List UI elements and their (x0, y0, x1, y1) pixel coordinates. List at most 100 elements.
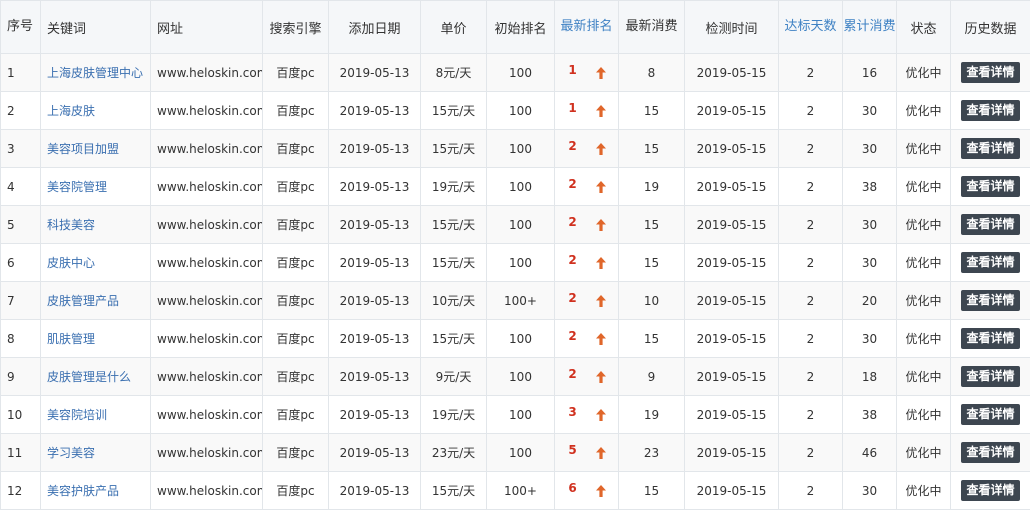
cell-status: 优化中 (897, 244, 951, 282)
view-details-button[interactable]: 查看详情 (961, 252, 1019, 273)
cell-status: 优化中 (897, 358, 951, 396)
cell-days-reached: 2 (779, 282, 843, 320)
cell-latest-rank: 2 (555, 320, 619, 358)
keyword-link[interactable]: 皮肤管理是什么 (41, 358, 151, 396)
header-total-cost[interactable]: 累计消费 (843, 1, 897, 54)
arrow-up-icon (594, 370, 608, 384)
latest-rank-value: 5 (566, 443, 580, 457)
keyword-link[interactable]: 美容护肤产品 (41, 472, 151, 510)
view-details-button[interactable]: 查看详情 (961, 100, 1019, 121)
view-details-button[interactable]: 查看详情 (961, 404, 1019, 425)
cell-latest-rank: 2 (555, 244, 619, 282)
cell-initial-rank: 100 (487, 54, 555, 92)
view-details-button[interactable]: 查看详情 (961, 366, 1019, 387)
cell-engine: 百度pc (263, 320, 329, 358)
table-row: 2 上海皮肤 www.heloskin.com 百度pc 2019-05-13 … (1, 92, 1030, 130)
cell-initial-rank: 100 (487, 130, 555, 168)
cell-history: 查看详情 (951, 130, 1030, 168)
keyword-link[interactable]: 美容项目加盟 (41, 130, 151, 168)
cell-url: www.heloskin.com (151, 130, 263, 168)
view-details-button[interactable]: 查看详情 (961, 62, 1019, 83)
cell-total-cost: 30 (843, 244, 897, 282)
cell-date-added: 2019-05-13 (329, 244, 421, 282)
keyword-link[interactable]: 科技美容 (41, 206, 151, 244)
cell-seq: 2 (1, 92, 41, 130)
cell-latest-rank: 6 (555, 472, 619, 510)
cell-initial-rank: 100 (487, 92, 555, 130)
cell-price: 8元/天 (421, 54, 487, 92)
cell-url: www.heloskin.com (151, 168, 263, 206)
cell-latest-cost: 15 (619, 206, 685, 244)
cell-total-cost: 30 (843, 472, 897, 510)
view-details-button[interactable]: 查看详情 (961, 328, 1019, 349)
cell-status: 优化中 (897, 92, 951, 130)
cell-total-cost: 16 (843, 54, 897, 92)
cell-latest-cost: 10 (619, 282, 685, 320)
cell-days-reached: 2 (779, 244, 843, 282)
table-row: 10 美容院培训 www.heloskin.com 百度pc 2019-05-1… (1, 396, 1030, 434)
cell-latest-rank: 2 (555, 282, 619, 320)
cell-days-reached: 2 (779, 358, 843, 396)
header-latest-rank[interactable]: 最新排名 (555, 1, 619, 54)
cell-initial-rank: 100 (487, 396, 555, 434)
cell-latest-cost: 23 (619, 434, 685, 472)
latest-rank-value: 1 (566, 101, 580, 115)
view-details-button[interactable]: 查看详情 (961, 480, 1019, 501)
cell-latest-cost: 19 (619, 168, 685, 206)
keyword-link[interactable]: 学习美容 (41, 434, 151, 472)
arrow-up-icon (594, 104, 608, 118)
view-details-button[interactable]: 查看详情 (961, 214, 1019, 235)
latest-rank-value: 2 (566, 329, 580, 343)
latest-rank-value: 2 (566, 139, 580, 153)
cell-price: 15元/天 (421, 206, 487, 244)
view-details-button[interactable]: 查看详情 (961, 442, 1019, 463)
cell-total-cost: 20 (843, 282, 897, 320)
cell-engine: 百度pc (263, 396, 329, 434)
cell-date-added: 2019-05-13 (329, 92, 421, 130)
keyword-link[interactable]: 皮肤管理产品 (41, 282, 151, 320)
cell-price: 15元/天 (421, 92, 487, 130)
latest-rank-value: 2 (566, 177, 580, 191)
cell-check-time: 2019-05-15 (685, 92, 779, 130)
keyword-link[interactable]: 肌肤管理 (41, 320, 151, 358)
view-details-button[interactable]: 查看详情 (961, 290, 1019, 311)
cell-latest-cost: 15 (619, 130, 685, 168)
cell-price: 15元/天 (421, 244, 487, 282)
cell-initial-rank: 100 (487, 244, 555, 282)
cell-check-time: 2019-05-15 (685, 206, 779, 244)
cell-total-cost: 46 (843, 434, 897, 472)
cell-history: 查看详情 (951, 244, 1030, 282)
cell-days-reached: 2 (779, 320, 843, 358)
view-details-button[interactable]: 查看详情 (961, 138, 1019, 159)
header-engine: 搜索引擎 (263, 1, 329, 54)
cell-history: 查看详情 (951, 358, 1030, 396)
header-days-reached[interactable]: 达标天数 (779, 1, 843, 54)
cell-history: 查看详情 (951, 282, 1030, 320)
table-row: 3 美容项目加盟 www.heloskin.com 百度pc 2019-05-1… (1, 130, 1030, 168)
cell-check-time: 2019-05-15 (685, 434, 779, 472)
keyword-link[interactable]: 美容院培训 (41, 396, 151, 434)
cell-history: 查看详情 (951, 434, 1030, 472)
cell-engine: 百度pc (263, 130, 329, 168)
cell-engine: 百度pc (263, 358, 329, 396)
cell-status: 优化中 (897, 54, 951, 92)
cell-days-reached: 2 (779, 92, 843, 130)
table-body: 1 上海皮肤管理中心 www.heloskin.com 百度pc 2019-05… (1, 54, 1030, 510)
cell-seq: 6 (1, 244, 41, 282)
cell-latest-cost: 15 (619, 472, 685, 510)
keyword-link[interactable]: 美容院管理 (41, 168, 151, 206)
cell-date-added: 2019-05-13 (329, 54, 421, 92)
cell-seq: 11 (1, 434, 41, 472)
cell-status: 优化中 (897, 206, 951, 244)
keyword-link[interactable]: 上海皮肤 (41, 92, 151, 130)
cell-url: www.heloskin.com (151, 206, 263, 244)
cell-history: 查看详情 (951, 396, 1030, 434)
cell-url: www.heloskin.com (151, 92, 263, 130)
cell-latest-rank: 2 (555, 168, 619, 206)
arrow-up-icon (594, 66, 608, 80)
cell-latest-cost: 9 (619, 358, 685, 396)
cell-status: 优化中 (897, 282, 951, 320)
keyword-link[interactable]: 上海皮肤管理中心 (41, 54, 151, 92)
view-details-button[interactable]: 查看详情 (961, 176, 1019, 197)
keyword-link[interactable]: 皮肤中心 (41, 244, 151, 282)
